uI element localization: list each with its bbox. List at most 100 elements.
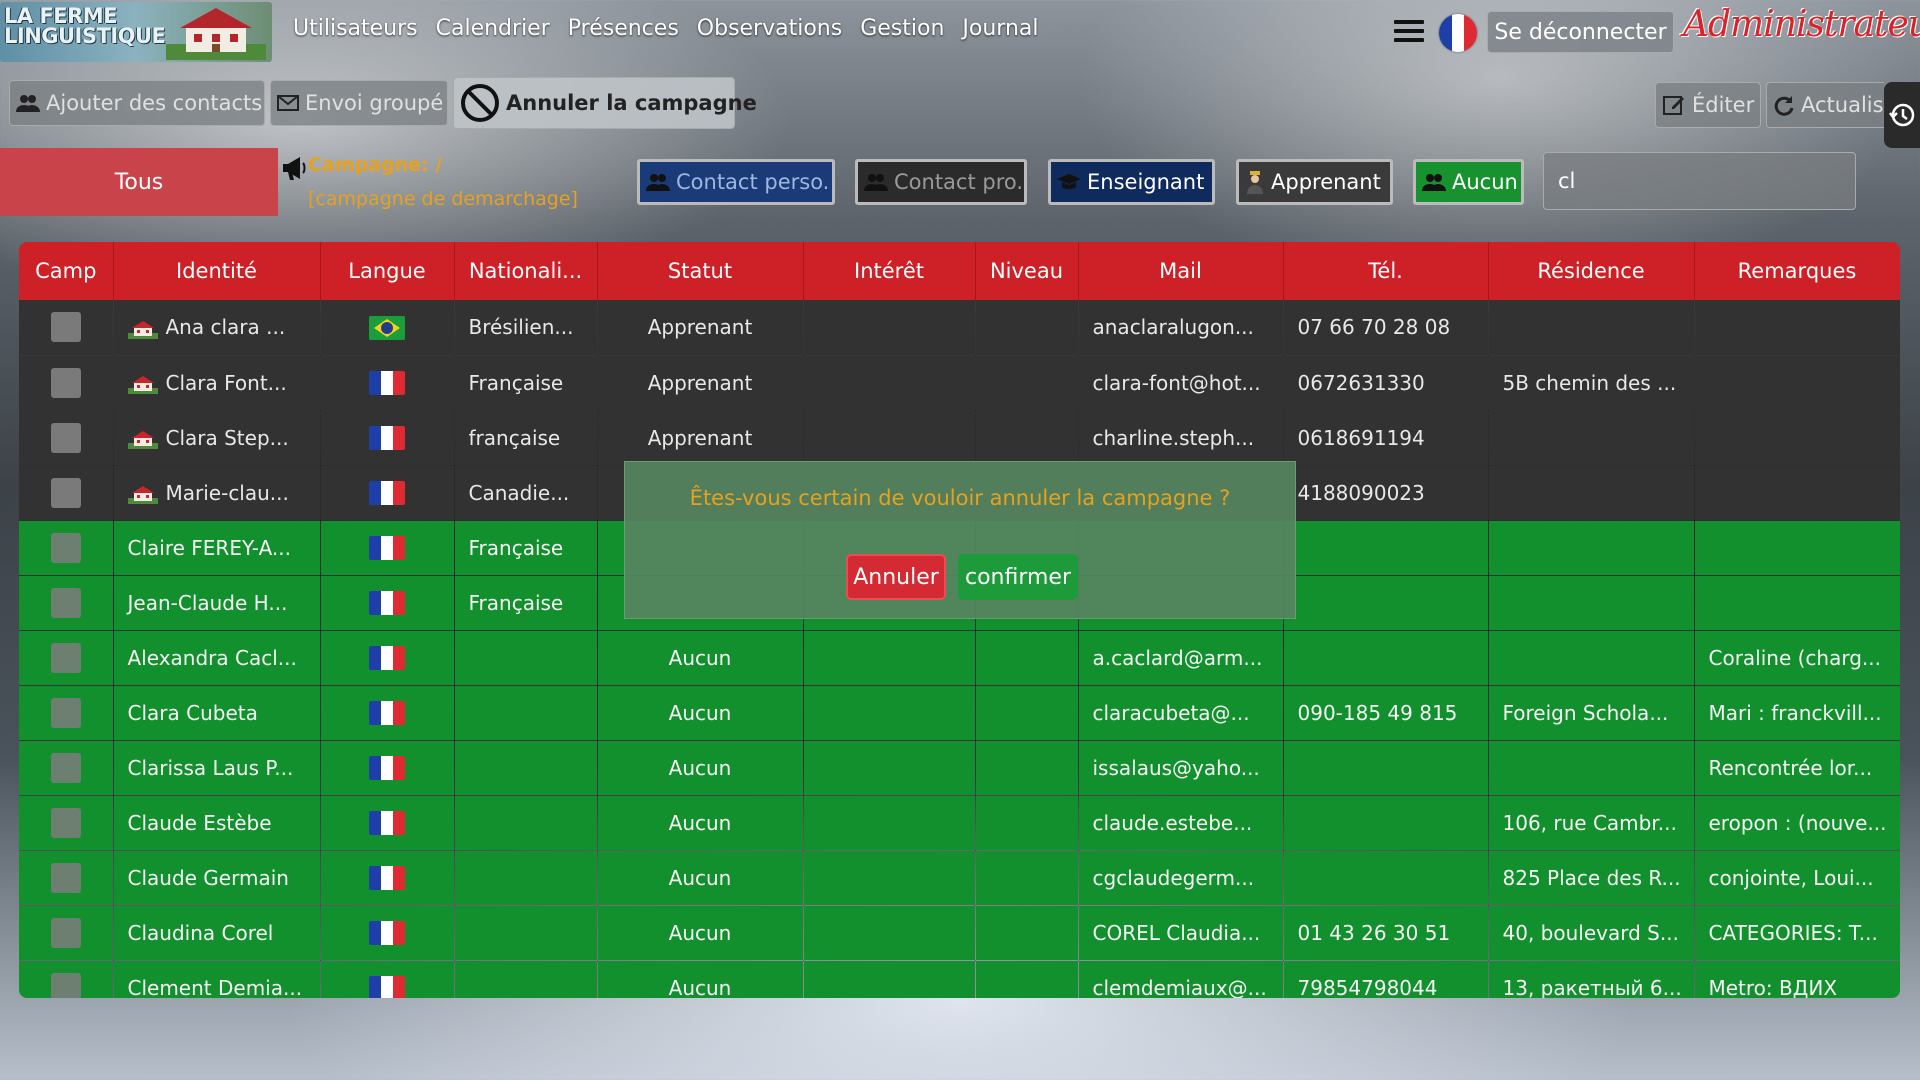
dialog-cancel-button[interactable]: Annuler — [846, 554, 946, 600]
col-nationality[interactable]: Nationali... — [454, 242, 598, 300]
filter-all-tab[interactable]: Tous — [0, 148, 278, 216]
table-row[interactable]: Claude Germain Aucun cgclaudegerm... 825 Pl… — [19, 850, 1900, 906]
filter-none-button[interactable]: Aucun — [1413, 159, 1524, 205]
envelope-icon — [277, 95, 299, 111]
edit-button[interactable]: Éditer — [1655, 82, 1761, 128]
identity-cell: Jean-Claude H... — [113, 575, 321, 631]
cancel-campaign-button[interactable]: Annuler la campagne — [453, 77, 757, 129]
col-mail[interactable]: Mail — [1078, 242, 1284, 300]
status-text: Apprenant — [647, 370, 753, 395]
refresh-button[interactable]: Actualis — [1766, 82, 1884, 128]
filter-teacher-button[interactable]: Enseignant — [1048, 159, 1215, 205]
remarks-cell: eropon : (nouve... — [1694, 795, 1900, 851]
camp-cell — [19, 410, 114, 466]
col-interest[interactable]: Intérêt — [803, 242, 976, 300]
campaign-checkbox[interactable] — [50, 642, 81, 673]
identity-text: Claude Estèbe — [127, 810, 272, 835]
camp-cell — [19, 795, 114, 851]
bulk-send-button[interactable]: Envoi groupé — [270, 80, 448, 126]
student-icon — [1245, 170, 1265, 194]
add-contacts-button[interactable]: Ajouter des contacts — [9, 80, 265, 126]
table-row[interactable]: Clarissa Laus P... Aucun issalaus@yaho... R… — [19, 740, 1900, 796]
nav-observations[interactable]: Observations — [697, 16, 842, 41]
campaign-checkbox[interactable] — [50, 917, 81, 948]
residence-text: 825 Place des R... — [1502, 865, 1681, 890]
col-residence[interactable]: Résidence — [1488, 242, 1695, 300]
status-text: Aucun — [668, 645, 732, 670]
mail-text: a.caclard@arm... — [1092, 645, 1263, 670]
dialog-confirm-button[interactable]: confirmer — [958, 554, 1078, 600]
filter-contact-pro-button[interactable]: Contact pro. — [855, 159, 1027, 205]
phone-text: 0672631330 — [1297, 370, 1425, 395]
campaign-checkbox[interactable] — [50, 312, 81, 343]
flag-cell — [320, 740, 455, 796]
phone-text: 090-185 49 815 — [1297, 700, 1458, 725]
col-camp[interactable]: Camp — [19, 242, 114, 300]
col-identity[interactable]: Identité — [113, 242, 321, 300]
campaign-checkbox[interactable] — [50, 367, 81, 398]
edit-label: Éditer — [1692, 93, 1755, 117]
nav-gestion[interactable]: Gestion — [860, 16, 944, 41]
remarks-text: eropon : (nouve... — [1708, 810, 1887, 835]
filter-learner-button[interactable]: Apprenant — [1236, 159, 1393, 205]
phone-text: 79854798044 — [1297, 975, 1438, 999]
contacts-table: Camp Identité Langue Nationali... Statut… — [19, 242, 1900, 998]
campaign-checkbox[interactable] — [50, 587, 81, 618]
table-row[interactable]: Claude Estèbe Aucun claude.estebe... 106, r… — [19, 795, 1900, 851]
cancel-campaign-label: Annuler la campagne — [506, 91, 757, 115]
flag-cell — [320, 465, 455, 521]
identity-text: Claire FEREY-A... — [127, 535, 291, 560]
table-row[interactable]: Claudina Corel Aucun COREL Claudia... 01 43… — [19, 905, 1900, 961]
campaign-checkbox[interactable] — [50, 752, 81, 783]
table-row[interactable]: Clara Font... Française Apprenant clara-fon… — [19, 355, 1900, 411]
col-phone[interactable]: Tél. — [1283, 242, 1489, 300]
flag-fr-icon — [369, 371, 405, 396]
table-row[interactable]: Clara Step... française Apprenant charline.… — [19, 410, 1900, 466]
table-row[interactable]: Clement Demia... Aucun clemdemiaux@... 7985… — [19, 960, 1900, 998]
mail-cell: claude.estebe... — [1078, 795, 1284, 851]
nav-journal[interactable]: Journal — [962, 16, 1038, 41]
filter-none-label: Aucun — [1452, 170, 1518, 194]
nav-utilisateurs[interactable]: Utilisateurs — [293, 16, 418, 41]
flag-fr-icon — [369, 536, 405, 561]
campaign-checkbox[interactable] — [50, 807, 81, 838]
table-row[interactable]: Alexandra Cacl... Aucun a.caclard@arm... Co… — [19, 630, 1900, 686]
col-status[interactable]: Statut — [597, 242, 804, 300]
col-level[interactable]: Niveau — [975, 242, 1079, 300]
interest-cell — [803, 795, 976, 851]
logo[interactable]: LA FERME LINGUISTIQUE — [0, 2, 272, 62]
nav-presences[interactable]: Présences — [568, 16, 679, 41]
logout-button[interactable]: Se déconnecter — [1487, 11, 1674, 53]
remarks-text: Rencontrée lor... — [1708, 755, 1873, 780]
identity-cell: Clara Cubeta — [113, 685, 321, 741]
identity-text: Alexandra Cacl... — [127, 645, 297, 670]
camp-cell — [19, 850, 114, 906]
nationality-cell: Française — [454, 355, 598, 411]
campaign-checkbox[interactable] — [50, 532, 81, 563]
table-row[interactable]: Ana clara ... Brésilien... Apprenant anacla… — [19, 300, 1900, 356]
filter-contact-perso-button[interactable]: Contact perso. — [637, 159, 835, 205]
campaign-checkbox[interactable] — [50, 422, 81, 453]
residence-text: Foreign Schola... — [1502, 700, 1669, 725]
col-language[interactable]: Langue — [320, 242, 455, 300]
nationality-text: française — [468, 425, 561, 450]
campaign-checkbox[interactable] — [50, 862, 81, 893]
flag-fr-icon — [369, 866, 405, 891]
nationality-cell — [454, 630, 598, 686]
mail-cell: cgclaudegerm... — [1078, 850, 1284, 906]
table-row[interactable]: Clara Cubeta Aucun claracubeta@... 090-185 … — [19, 685, 1900, 741]
col-remarks[interactable]: Remarques — [1694, 242, 1900, 300]
nav-calendrier[interactable]: Calendrier — [436, 16, 550, 41]
campaign-checkbox[interactable] — [50, 697, 81, 728]
campaign-checkbox[interactable] — [50, 972, 81, 998]
hamburger-menu-icon[interactable] — [1394, 20, 1424, 44]
flag-fr-icon — [369, 481, 405, 506]
mail-text: clemdemiaux@... — [1092, 975, 1267, 999]
remarks-cell: Mari : franckvill... — [1694, 685, 1900, 741]
campaign-checkbox[interactable] — [50, 477, 81, 508]
residence-cell: 106, rue Cambr... — [1488, 795, 1695, 851]
language-flag-fr-icon[interactable] — [1439, 14, 1477, 52]
flag-fr-icon — [369, 426, 405, 451]
search-input[interactable] — [1543, 152, 1856, 210]
history-icon[interactable] — [1884, 82, 1920, 148]
